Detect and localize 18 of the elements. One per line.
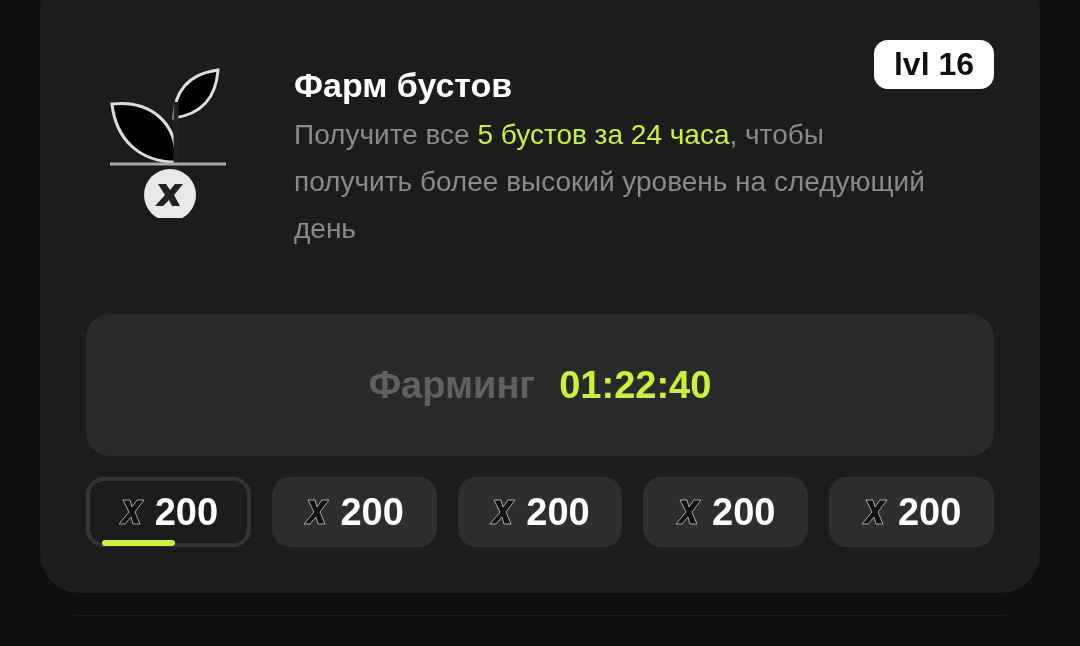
cross-icon (861, 498, 888, 526)
boost-amount: 200 (897, 490, 962, 534)
boost-amount: 200 (154, 490, 219, 534)
boost-amount: 200 (712, 490, 776, 534)
boost-chip[interactable]: 200 (457, 477, 623, 547)
cross-icon (490, 498, 517, 526)
boost-amount: 200 (340, 490, 404, 534)
card-description: Получите все 5 бустов за 24 часа, чтобы получить более высокий уровень на следующий день (294, 118, 926, 246)
boost-amount: 200 (526, 490, 590, 534)
cross-icon (676, 498, 703, 526)
boost-chip[interactable]: 200 (643, 477, 809, 547)
cross-icon (118, 498, 145, 526)
card-title: Фарм бустов (294, 66, 513, 105)
boost-chip[interactable]: 200 (86, 477, 251, 547)
boost-chip[interactable]: 200 (829, 477, 994, 547)
level-badge: lvl 16 (873, 40, 994, 89)
boost-chip[interactable]: 200 (271, 477, 437, 547)
cross-icon (304, 498, 331, 526)
